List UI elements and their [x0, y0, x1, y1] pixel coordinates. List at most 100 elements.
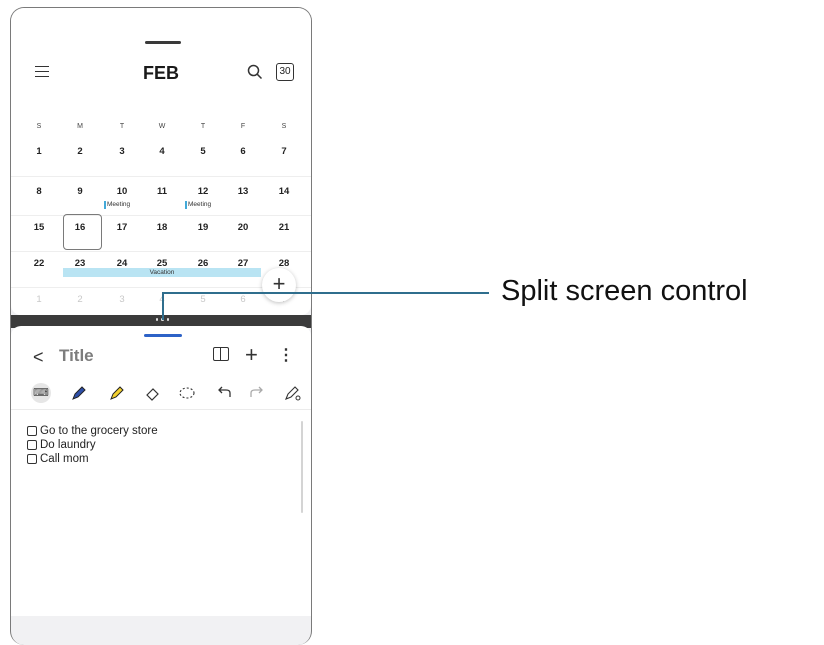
vacation-event-bar[interactable]: Vacation [63, 268, 261, 277]
redo-icon[interactable] [247, 383, 267, 403]
phone-frame: FEB 30 S M T W T F S 1 2 3 4 5 6 7 8 9 1… [10, 7, 312, 645]
keyboard-icon[interactable]: ⌨ [31, 383, 51, 403]
day-number: 12 [197, 186, 209, 197]
event-chip[interactable]: Meeting [104, 201, 130, 209]
notes-app: < Title + ⋮ ⌨ Go to the grocery store Do… [11, 326, 311, 616]
day-cell[interactable]: 14 [264, 180, 304, 216]
day-number: 20 [237, 222, 249, 233]
undo-icon[interactable] [214, 383, 234, 403]
day-cell[interactable]: 21 [264, 216, 304, 252]
day-cell[interactable]: 12 Meeting [183, 180, 223, 216]
day-cell[interactable]: 9 [60, 180, 100, 216]
day-cell[interactable]: 13 [223, 180, 263, 216]
calendar-header: FEB 30 [11, 60, 311, 88]
day-cell[interactable]: 11 [142, 180, 182, 216]
calendar-drag-handle[interactable] [145, 41, 181, 44]
week-row: 1 2 3 4 5 6 7 [11, 140, 311, 176]
day-cell[interactable]: 4 [142, 140, 182, 176]
lasso-icon[interactable] [177, 383, 197, 403]
notes-drag-handle[interactable] [144, 334, 182, 337]
day-number: 19 [197, 222, 209, 233]
day-number: 13 [237, 186, 249, 197]
day-number: 3 [119, 294, 125, 305]
callout-leader-horizontal [162, 292, 489, 294]
day-number: 8 [36, 186, 42, 197]
day-cell[interactable]: 6 [223, 140, 263, 176]
month-title: FEB [143, 63, 179, 83]
callout-leader-vertical [162, 292, 164, 320]
day-cell[interactable]: 2 [60, 140, 100, 176]
day-number: 5 [200, 146, 206, 157]
day-cell[interactable]: 19 [183, 216, 223, 252]
book-icon[interactable] [213, 347, 229, 361]
checklist-item: Do laundry [11, 438, 311, 452]
day-number: 22 [33, 258, 45, 269]
day-cell[interactable]: 2 [60, 288, 100, 315]
note-title[interactable]: Title [59, 346, 94, 366]
day-cell[interactable]: 1 [19, 140, 59, 176]
day-of-week-row: S M T W T F S [11, 116, 311, 136]
day-number: 4 [159, 146, 165, 157]
week-row: 8 9 10 Meeting 11 12 Meeting 13 14 [11, 180, 311, 216]
highlighter-icon[interactable] [107, 383, 127, 403]
day-number: 6 [240, 146, 246, 157]
dow-label: S [36, 123, 42, 130]
day-cell[interactable]: 5 [183, 140, 223, 176]
search-icon[interactable] [247, 64, 263, 80]
day-cell[interactable]: 1 [19, 288, 59, 315]
day-number: 6 [240, 294, 246, 305]
checklist-item-label: Call mom [40, 453, 89, 465]
day-cell[interactable]: 7 [264, 140, 304, 176]
dow-label: T [200, 123, 206, 130]
day-number: 7 [281, 146, 287, 157]
checkbox[interactable] [27, 454, 37, 464]
day-cell[interactable]: 18 [142, 216, 182, 252]
dow-label: F [240, 123, 246, 130]
note-body[interactable]: Go to the grocery store Do laundry Call … [11, 424, 311, 466]
dow-label: S [281, 123, 287, 130]
dow-label: W [158, 123, 166, 130]
today-button[interactable]: 30 [276, 63, 294, 81]
day-number: 3 [119, 146, 125, 157]
eraser-icon[interactable] [142, 383, 162, 403]
day-number: 18 [156, 222, 168, 233]
checklist-item-label: Do laundry [40, 439, 96, 451]
day-number: 2 [77, 146, 83, 157]
day-cell[interactable]: 10 Meeting [102, 180, 142, 216]
day-cell[interactable]: 3 [102, 140, 142, 176]
pen-settings-icon[interactable] [283, 383, 303, 403]
event-chip[interactable]: Meeting [185, 201, 211, 209]
checkbox[interactable] [27, 440, 37, 450]
checklist-item-label: Go to the grocery store [40, 425, 158, 437]
week-row: 15 16 17 18 19 20 21 [11, 216, 311, 252]
back-icon[interactable]: < [33, 347, 44, 368]
day-cell[interactable]: 17 [102, 216, 142, 252]
dow-label: M [77, 123, 83, 130]
more-options-icon[interactable]: ⋮ [278, 345, 294, 365]
checkbox[interactable] [27, 426, 37, 436]
day-number: 9 [77, 186, 83, 197]
day-cell[interactable]: 22 [19, 252, 59, 288]
split-control-dots-icon[interactable] [154, 318, 174, 324]
day-number: 2 [77, 294, 83, 305]
day-number: 11 [156, 186, 168, 197]
day-number: 15 [33, 222, 45, 233]
scrollbar[interactable] [301, 421, 303, 513]
day-number: 14 [278, 186, 290, 197]
day-cell[interactable]: 15 [19, 216, 59, 252]
day-cell[interactable]: 20 [223, 216, 263, 252]
day-number: 10 [116, 186, 128, 197]
checklist-item: Call mom [11, 452, 311, 466]
dow-label: T [119, 123, 125, 130]
selected-day-highlight [63, 214, 102, 250]
day-cell[interactable]: 8 [19, 180, 59, 216]
note-header: < Title + ⋮ [11, 342, 311, 372]
add-icon[interactable]: + [245, 342, 258, 368]
add-event-button[interactable]: + [262, 268, 296, 302]
day-cell[interactable]: 3 [102, 288, 142, 315]
day-number: 5 [200, 294, 206, 305]
day-number: 1 [36, 294, 42, 305]
calendar-app: FEB 30 S M T W T F S 1 2 3 4 5 6 7 8 9 1… [11, 8, 311, 315]
pen-icon[interactable] [69, 383, 89, 403]
note-toolbar: ⌨ [11, 377, 311, 410]
